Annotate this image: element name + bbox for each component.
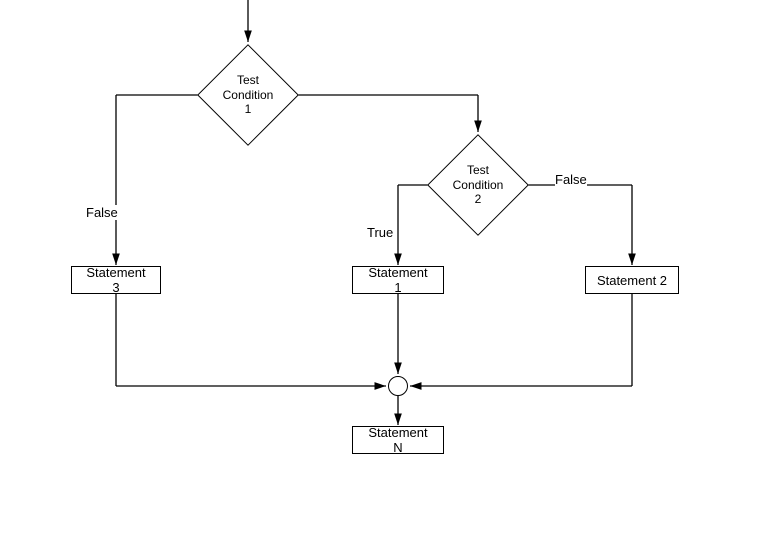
process-stmt1: Statement 1: [352, 266, 444, 294]
process-stmt2-label: Statement 2: [597, 273, 667, 288]
process-stmt3: Statement 3: [71, 266, 161, 294]
process-stmt3-label: Statement 3: [82, 265, 150, 295]
process-stmt2: Statement 2: [585, 266, 679, 294]
decision-cond2: TestCondition2: [428, 135, 528, 235]
edge-label-false-2: False: [555, 172, 587, 187]
edge-label-false-1: False: [86, 205, 118, 220]
decision-cond1-label: TestCondition1: [223, 73, 274, 116]
edge-label-true: True: [367, 225, 393, 240]
decision-cond2-label: TestCondition2: [453, 163, 504, 206]
merge-connector: [388, 376, 408, 396]
flowchart-container: TestCondition1 TestCondition2 Statement …: [0, 0, 768, 537]
process-stmtN: Statement N: [352, 426, 444, 454]
process-stmt1-label: Statement 1: [363, 265, 433, 295]
process-stmtN-label: Statement N: [363, 425, 433, 455]
decision-cond1: TestCondition1: [198, 45, 298, 145]
